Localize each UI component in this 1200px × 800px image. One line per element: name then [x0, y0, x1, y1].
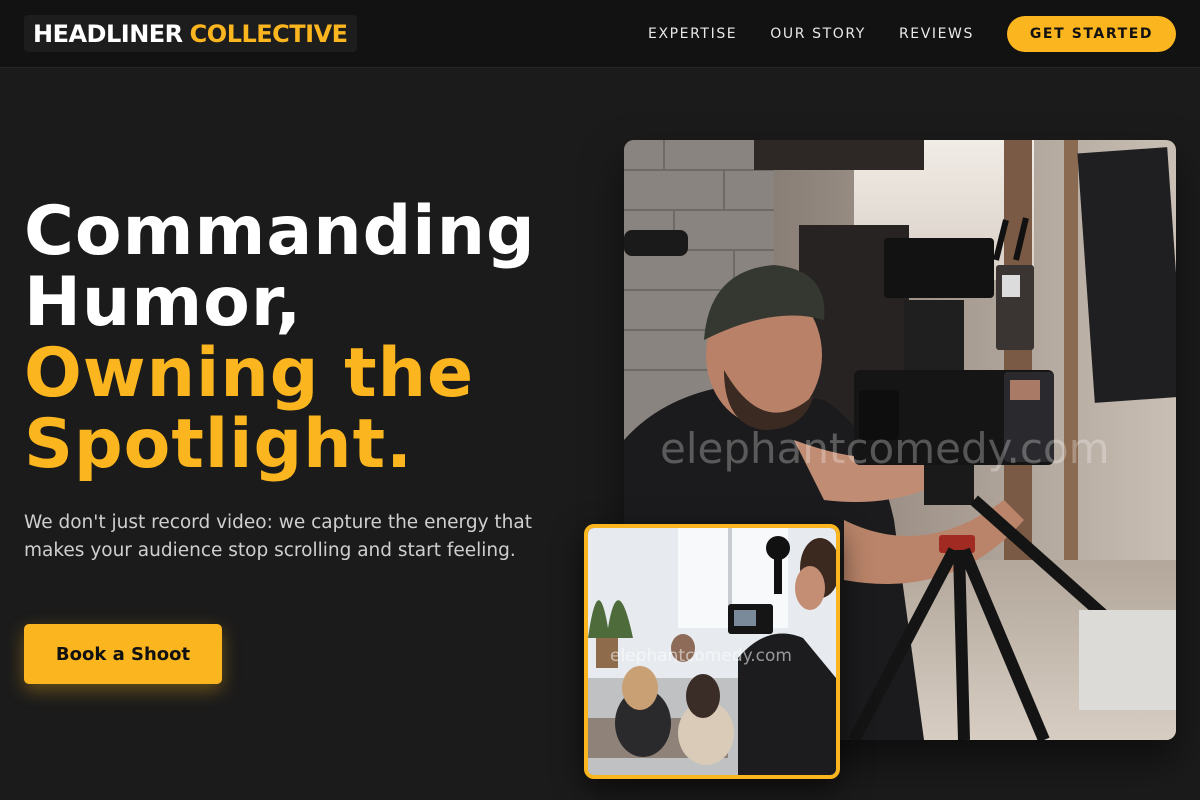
headline-line-1: Commanding [24, 192, 536, 271]
hero-subtext: We don't just record video: we capture t… [24, 512, 532, 561]
nav-link-our-story[interactable]: OUR STORY [770, 26, 866, 42]
nav-link-reviews[interactable]: REVIEWS [899, 26, 974, 42]
nav-link-expertise[interactable]: EXPERTISE [648, 26, 737, 42]
brand-name-part1: HEADLINER [33, 19, 183, 48]
hero-headline: Commanding Humor, Owning the Spotlight. [24, 196, 584, 480]
get-started-button[interactable]: GET STARTED [1007, 16, 1176, 52]
top-nav: HEADLINER COLLECTIVE EXPERTISE OUR STORY… [0, 0, 1200, 68]
main-photo-watermark: elephantcomedy.com [660, 424, 1110, 473]
brand-name-part2: COLLECTIVE [189, 19, 348, 48]
brand-logo[interactable]: HEADLINER COLLECTIVE [24, 15, 357, 52]
film-crew-photo: elephantcomedy.com [584, 524, 840, 779]
headline-line-2: Humor, [24, 263, 303, 342]
inset-photo-watermark: elephantcomedy.com [610, 646, 792, 666]
headline-line-3: Owning the [24, 334, 475, 413]
headline-line-4: Spotlight. [24, 405, 413, 484]
book-a-shoot-button[interactable]: Book a Shoot [24, 624, 222, 684]
nav-links: EXPERTISE OUR STORY REVIEWS [648, 0, 974, 68]
